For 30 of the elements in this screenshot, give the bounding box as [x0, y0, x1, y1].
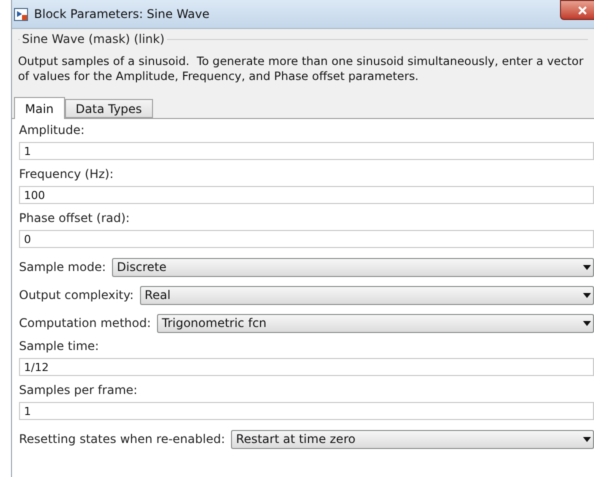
- input-field[interactable]: 100: [19, 186, 594, 204]
- field-label: Samples per frame:: [19, 382, 138, 399]
- caret-icon: [583, 264, 591, 270]
- caret-icon: [583, 292, 591, 298]
- field-label: Sample time:: [19, 338, 100, 355]
- close-button[interactable]: [560, 0, 594, 20]
- caret-icon: [583, 320, 591, 326]
- input-field[interactable]: 1: [19, 402, 594, 420]
- field-label: Amplitude:: [19, 122, 86, 139]
- input-field[interactable]: 1: [19, 142, 594, 160]
- tab[interactable]: Main: [14, 97, 65, 119]
- group-title: Sine Wave (mask) (link): [20, 31, 167, 47]
- field-label: Resetting states when re-enabled:: [19, 431, 226, 448]
- dropdown[interactable]: Restart at time zero: [231, 430, 594, 448]
- description: Output samples of a sinusoid. To generate more than one sinusoid simultaneously, enter a vector of values for the Amplitude, Frequency, and Phase offset parameters.: [18, 54, 584, 84]
- field-label: Sample mode:: [19, 259, 106, 276]
- input-field[interactable]: 1/12: [19, 358, 594, 376]
- caret-icon: [583, 436, 591, 442]
- input-field[interactable]: 0: [19, 230, 594, 248]
- dropdown[interactable]: Discrete: [112, 258, 594, 276]
- field-label: Frequency (Hz):: [19, 166, 115, 183]
- dropdown[interactable]: Trigonometric fcn: [156, 314, 594, 332]
- close-icon: [578, 6, 586, 14]
- field-label: Computation method:: [19, 315, 151, 332]
- field-label: Phase offset (rad):: [19, 210, 131, 227]
- block-icon: [14, 8, 28, 20]
- tab[interactable]: Data Types: [64, 99, 153, 118]
- field-label: Output complexity:: [19, 287, 134, 304]
- window-title: Block Parameters: Sine Wave: [34, 6, 210, 23]
- dropdown[interactable]: Real: [140, 286, 594, 304]
